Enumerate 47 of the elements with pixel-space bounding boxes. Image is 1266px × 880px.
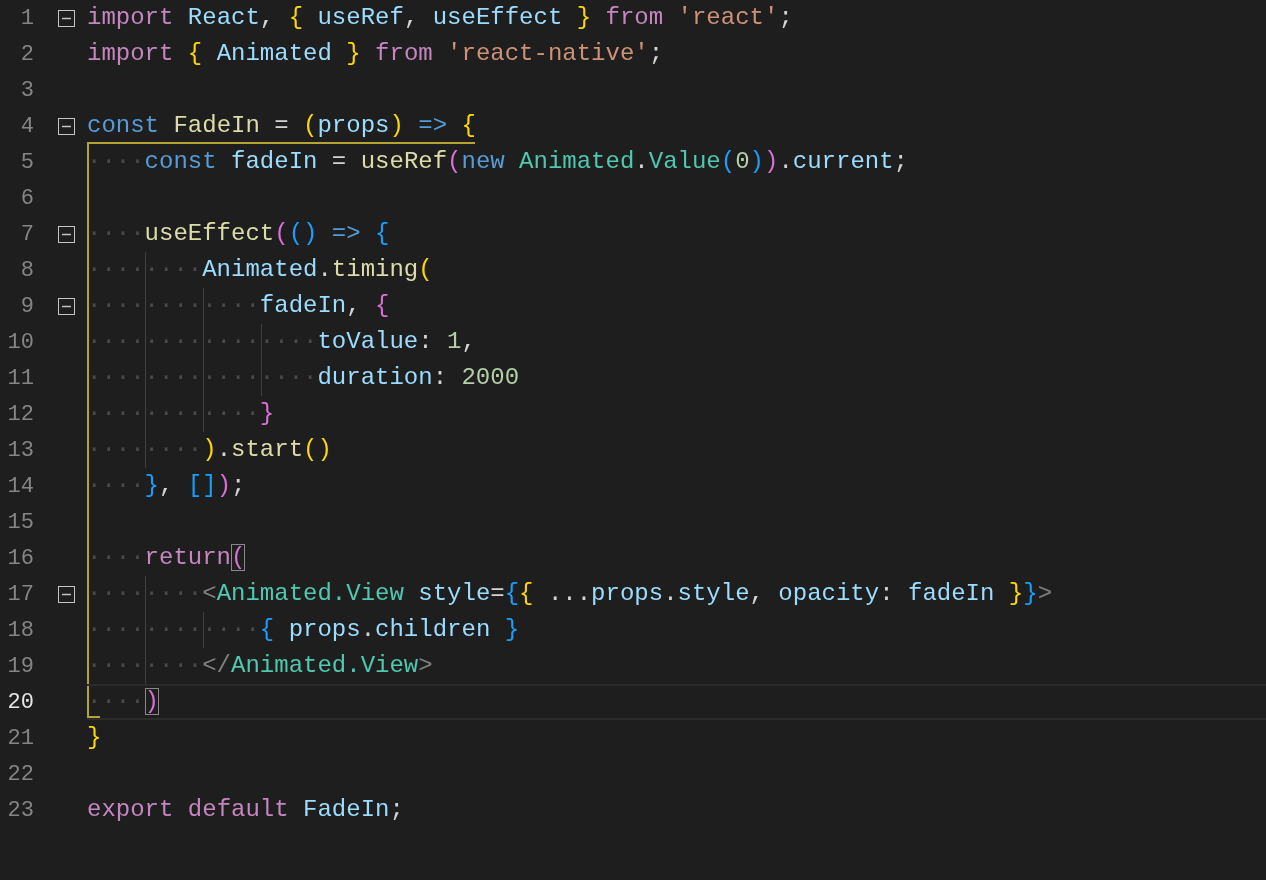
line-number: 3: [19, 76, 34, 105]
code-line: import { Animated } from 'react-native';: [87, 39, 664, 69]
fold-toggle-icon[interactable]: [58, 117, 75, 135]
line-number: 12: [6, 400, 34, 429]
line-number: 20: [6, 688, 34, 717]
line-number: 11: [6, 364, 34, 393]
code-line: ········<Animated.View style={{ ...props.style, opacity: fadeIn }}>: [87, 579, 1053, 609]
code-line: const FadeIn = (props) => {: [87, 111, 476, 141]
code-line: ········Animated.timing(: [87, 255, 433, 285]
code-line: ················toValue: 1,: [87, 327, 476, 357]
line-number: 10: [6, 328, 34, 357]
line-number: 13: [6, 436, 34, 465]
line-number: 4: [19, 112, 34, 141]
code-line: }: [87, 723, 102, 753]
code-line: ····const fadeIn = useRef(new Animated.Value(0)).current;: [87, 147, 908, 177]
code-line: import React, { useRef, useEffect } from 'react';: [87, 3, 793, 33]
line-number: 18: [6, 616, 34, 645]
code-line: ········</Animated.View>: [87, 651, 433, 681]
code-line: ············{ props.children }: [87, 615, 520, 645]
code-line: ················duration: 2000: [87, 363, 520, 393]
line-number: 17: [6, 580, 34, 609]
code-line: ········).start(): [87, 435, 332, 465]
code-line: export default FadeIn;: [87, 795, 404, 825]
line-number: 2: [19, 40, 34, 69]
line-number: 22: [6, 760, 34, 789]
line-number: 19: [6, 652, 34, 681]
code-line: ····}, []);: [87, 471, 246, 501]
fold-toggle-icon[interactable]: [58, 297, 75, 315]
line-number: 21: [6, 724, 34, 753]
line-number: 5: [19, 148, 34, 177]
code-line: ····return(: [87, 543, 246, 573]
line-number: 15: [6, 508, 34, 537]
line-number: 1: [19, 4, 34, 33]
line-number: 6: [19, 184, 34, 213]
fold-toggle-icon[interactable]: [58, 585, 75, 603]
fold-toggle-icon[interactable]: [58, 9, 75, 27]
code-line: ············fadeIn, {: [87, 291, 390, 321]
line-number: 16: [6, 544, 34, 573]
fold-toggle-icon[interactable]: [58, 225, 75, 243]
line-number: 8: [19, 256, 34, 285]
line-number: 14: [6, 472, 34, 501]
code-line: ····): [87, 687, 159, 717]
line-number: 23: [6, 796, 34, 825]
line-number: 7: [19, 220, 34, 249]
code-line: ····useEffect(() => {: [87, 219, 390, 249]
code-line: ············}: [87, 399, 275, 429]
line-number: 9: [19, 292, 34, 321]
